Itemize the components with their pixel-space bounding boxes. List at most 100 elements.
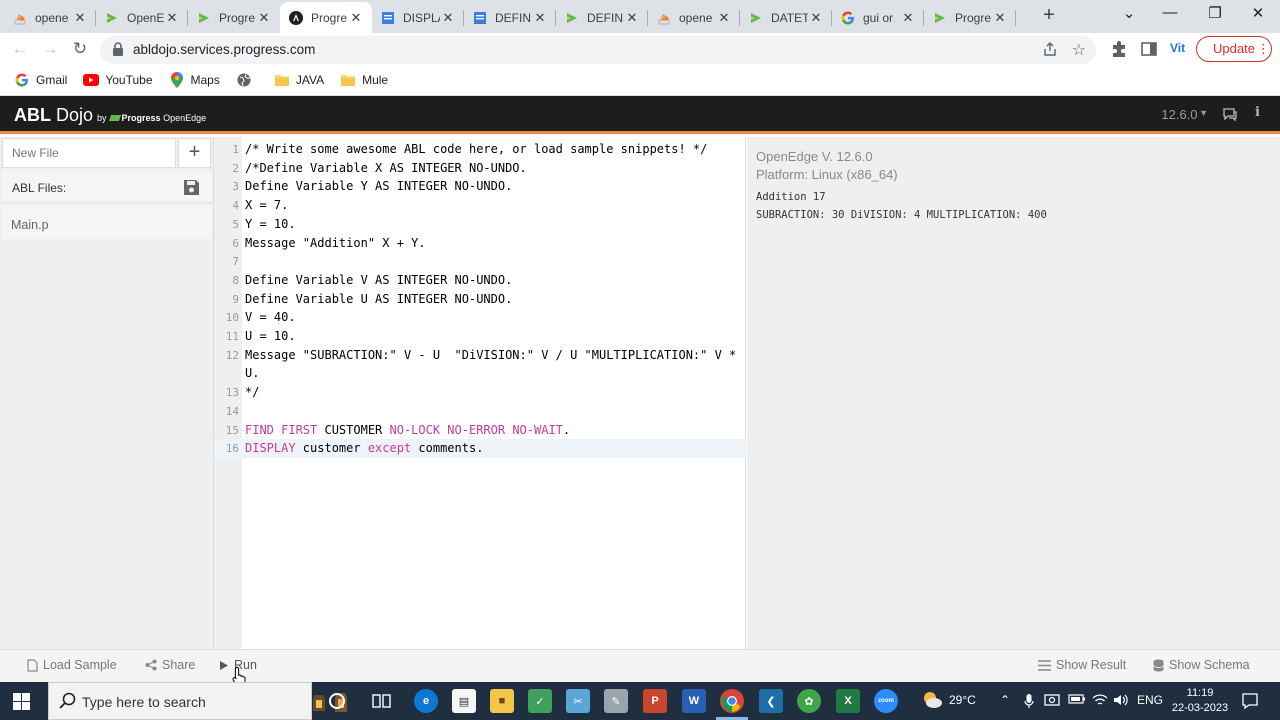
code-line[interactable]: 9 Define Variable U AS INTEGER NO-UNDO. <box>214 290 746 309</box>
bookmark-item[interactable]: Mule <box>340 72 388 88</box>
chrome-update-button[interactable]: Update ⋮ <box>1196 36 1272 62</box>
notification-icon[interactable] <box>1241 692 1259 713</box>
close-tab-icon[interactable]: ✕ <box>624 10 640 26</box>
show-schema-button[interactable]: Show Schema <box>1153 658 1250 672</box>
code-line[interactable]: 12 Message "SUBRACTION:" V - U "DiVISION:… <box>214 346 746 365</box>
close-tab-icon[interactable]: ✕ <box>900 10 916 26</box>
browser-tab[interactable]: DEFINE✕ <box>556 2 648 33</box>
extensions-puzzle-icon[interactable] <box>1110 40 1128 58</box>
code-line[interactable]: 5 Y = 10. <box>214 215 746 234</box>
browser-tab[interactable]: opene ✕ <box>648 2 740 33</box>
add-file-button[interactable]: + <box>178 138 211 168</box>
address-bar[interactable]: abldojo.services.progress.com ☆ <box>100 36 1096 64</box>
code-line[interactable]: 10 V = 40. <box>214 308 746 327</box>
bookmark-star-icon[interactable]: ☆ <box>1072 40 1086 60</box>
new-file-input[interactable] <box>3 139 175 167</box>
paint-icon[interactable]: ✎ <box>604 689 628 713</box>
volume-icon[interactable] <box>1113 693 1129 710</box>
chrome-icon[interactable] <box>720 689 744 713</box>
browser-tab[interactable]: DISPLA✕ <box>372 2 464 33</box>
vscode-icon[interactable]: ❮ <box>759 689 783 713</box>
task-view-icon[interactable] <box>372 692 392 715</box>
chevron-up-icon[interactable]: ⌃ <box>1000 693 1010 707</box>
tab-search-icon[interactable]: ⌄ <box>1117 4 1141 24</box>
excel-icon[interactable]: X <box>836 689 860 713</box>
reload-icon[interactable]: ↻ <box>69 38 91 60</box>
bookmark-item[interactable]: Gmail <box>14 72 67 88</box>
browser-tab[interactable]: Progre ✕ <box>188 2 280 33</box>
taskbar-search-box[interactable]: Type here to search <box>48 682 347 720</box>
camera-icon[interactable] <box>1044 693 1060 710</box>
windows-start-icon[interactable] <box>13 693 30 715</box>
browser-tab[interactable]: Progre ✕ <box>280 2 372 33</box>
code-line[interactable]: 11 U = 10. <box>214 327 746 346</box>
close-tab-icon[interactable]: ✕ <box>992 10 1008 26</box>
language-indicator[interactable]: ENG <box>1137 693 1163 707</box>
word-icon[interactable]: W <box>682 689 706 713</box>
snipping-tool-icon[interactable]: ✂ <box>566 689 590 713</box>
code-line[interactable]: 4 X = 7. <box>214 196 746 215</box>
close-tab-icon[interactable]: ✕ <box>808 10 824 26</box>
close-tab-icon[interactable]: ✕ <box>164 10 180 26</box>
file-item-main[interactable]: Main.p <box>2 205 212 239</box>
notepad-icon[interactable]: ▤ <box>452 689 476 713</box>
code-line[interactable]: 2 /*Define Variable X AS INTEGER NO-UNDO. <box>214 159 746 178</box>
share-button[interactable]: Share <box>145 658 195 672</box>
close-tab-icon[interactable]: ✕ <box>532 10 548 26</box>
spring-tools-icon[interactable]: ✿ <box>797 689 821 713</box>
restore-icon[interactable]: ❐ <box>1203 4 1227 24</box>
browser-tab[interactable]: DATET ✕ <box>740 2 832 33</box>
file-explorer-icon[interactable]: ■ <box>490 689 514 713</box>
cortana-icon[interactable] <box>328 692 346 715</box>
microphone-icon[interactable] <box>1024 693 1034 712</box>
browser-tab[interactable]: opene ✕ <box>4 2 96 33</box>
browser-tab[interactable]: DEFINE✕ <box>464 2 556 33</box>
code-line[interactable]: 7 <box>214 252 746 271</box>
browser-tab[interactable]: Progre ✕ <box>924 2 1016 33</box>
close-tab-icon[interactable]: ✕ <box>716 10 732 26</box>
code-line[interactable]: 6 Message "Addition" X + Y. <box>214 234 746 253</box>
code-line[interactable]: 14 <box>214 402 746 421</box>
bookmark-item[interactable]: YouTube <box>83 72 153 88</box>
more-menu-icon[interactable]: ⋮ <box>1257 37 1270 61</box>
code-line[interactable]: U. <box>214 364 746 383</box>
profile-avatar[interactable]: Vit <box>1170 41 1185 55</box>
close-tab-icon[interactable]: ✕ <box>72 10 88 26</box>
battery-icon[interactable] <box>1068 693 1086 708</box>
browser-tab[interactable]: gui or ✕ <box>832 2 924 33</box>
close-tab-icon[interactable]: ✕ <box>256 10 272 26</box>
spreadsheet-app-icon[interactable]: ✓ <box>528 689 552 713</box>
show-result-button[interactable]: Show Result <box>1038 658 1126 672</box>
info-icon[interactable]: i <box>1255 105 1260 120</box>
new-tab-button[interactable]: + <box>1038 5 1060 27</box>
close-tab-icon[interactable]: ✕ <box>440 10 456 26</box>
new-file-field[interactable] <box>2 138 176 168</box>
load-sample-button[interactable]: Load Sample <box>27 658 117 672</box>
chat-icon[interactable] <box>1222 107 1238 126</box>
code-line[interactable]: 16 DISPLAY customer except comments. <box>214 439 746 459</box>
bookmark-item[interactable] <box>236 72 258 88</box>
wifi-icon[interactable] <box>1092 693 1108 710</box>
zoom-icon[interactable]: zoom <box>874 689 898 713</box>
back-arrow-icon[interactable]: ← <box>9 38 31 60</box>
minimize-icon[interactable]: — <box>1158 4 1182 24</box>
side-panel-icon[interactable] <box>1140 40 1158 58</box>
code-line[interactable]: 8 Define Variable V AS INTEGER NO-UNDO. <box>214 271 746 290</box>
powerpoint-icon[interactable]: P <box>643 689 667 713</box>
weather-icon[interactable] <box>920 690 944 713</box>
clock[interactable]: 11:19 22-03-2023 <box>1169 686 1231 716</box>
chevron-down-icon[interactable]: ▼ <box>1199 108 1208 118</box>
code-line[interactable]: 15 FIND FIRST CUSTOMER NO-LOCK NO-ERROR N… <box>214 421 746 440</box>
code-editor[interactable]: 1 /* Write some awesome ABL code here, or… <box>214 137 746 649</box>
share-page-icon[interactable] <box>1042 41 1058 62</box>
bookmark-item[interactable]: Maps <box>169 72 220 88</box>
code-line[interactable]: 3 Define Variable Y AS INTEGER NO-UNDO. <box>214 177 746 196</box>
browser-tab[interactable]: OpenE ✕ <box>96 2 188 33</box>
save-icon[interactable] <box>183 179 200 201</box>
code-line[interactable]: 13 */ <box>214 383 746 402</box>
weather-temperature[interactable]: 29°C <box>949 693 976 707</box>
code-line[interactable]: 1 /* Write some awesome ABL code here, or… <box>214 140 746 159</box>
edge-icon[interactable]: e <box>414 689 438 713</box>
bookmark-item[interactable]: JAVA <box>274 72 324 88</box>
close-tab-icon[interactable]: ✕ <box>348 10 364 26</box>
